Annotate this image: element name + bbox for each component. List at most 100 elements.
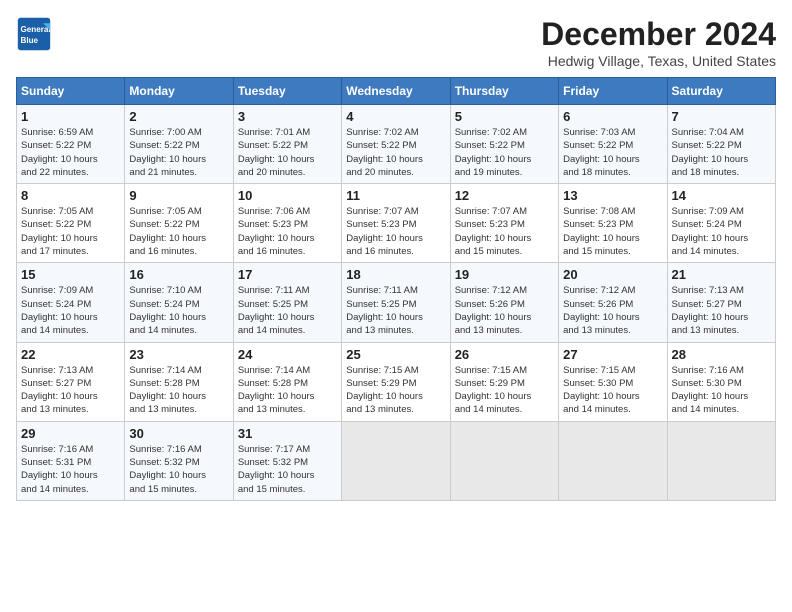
day-number: 24: [238, 347, 337, 362]
calendar-cell: [342, 421, 450, 500]
column-header-sunday: Sunday: [17, 78, 125, 105]
day-info: Sunrise: 7:13 AM Sunset: 5:27 PM Dayligh…: [672, 284, 771, 337]
calendar-cell: 21 Sunrise: 7:13 AM Sunset: 5:27 PM Dayli…: [667, 263, 775, 342]
calendar-cell: 13 Sunrise: 7:08 AM Sunset: 5:23 PM Dayli…: [559, 184, 667, 263]
column-header-friday: Friday: [559, 78, 667, 105]
day-info: Sunrise: 7:14 AM Sunset: 5:28 PM Dayligh…: [129, 364, 228, 417]
header-row: SundayMondayTuesdayWednesdayThursdayFrid…: [17, 78, 776, 105]
column-header-saturday: Saturday: [667, 78, 775, 105]
day-number: 3: [238, 109, 337, 124]
calendar-cell: 11 Sunrise: 7:07 AM Sunset: 5:23 PM Dayli…: [342, 184, 450, 263]
day-info: Sunrise: 7:01 AM Sunset: 5:22 PM Dayligh…: [238, 126, 337, 179]
calendar-cell: 20 Sunrise: 7:12 AM Sunset: 5:26 PM Dayli…: [559, 263, 667, 342]
calendar-cell: 18Sunrise: 7:11 AM Sunset: 5:25 PM Dayli…: [342, 263, 450, 342]
calendar-container: General Blue December 2024 Hedwig Villag…: [0, 0, 792, 509]
day-number: 9: [129, 188, 228, 203]
column-header-monday: Monday: [125, 78, 233, 105]
day-number: 20: [563, 267, 662, 282]
day-info: Sunrise: 7:05 AM Sunset: 5:22 PM Dayligh…: [21, 205, 120, 258]
day-info: Sunrise: 7:06 AM Sunset: 5:23 PM Dayligh…: [238, 205, 337, 258]
day-number: 7: [672, 109, 771, 124]
header: General Blue December 2024 Hedwig Villag…: [16, 16, 776, 69]
week-row-2: 8 Sunrise: 7:05 AM Sunset: 5:22 PM Daylig…: [17, 184, 776, 263]
day-number: 4: [346, 109, 445, 124]
calendar-cell: 4Sunrise: 7:02 AM Sunset: 5:22 PM Daylig…: [342, 105, 450, 184]
day-number: 22: [21, 347, 120, 362]
day-number: 29: [21, 426, 120, 441]
day-number: 13: [563, 188, 662, 203]
week-row-4: 22Sunrise: 7:13 AM Sunset: 5:27 PM Dayli…: [17, 342, 776, 421]
day-number: 10: [238, 188, 337, 203]
day-number: 16: [129, 267, 228, 282]
day-info: Sunrise: 7:15 AM Sunset: 5:29 PM Dayligh…: [455, 364, 554, 417]
day-info: Sunrise: 7:00 AM Sunset: 5:22 PM Dayligh…: [129, 126, 228, 179]
calendar-cell: 9Sunrise: 7:05 AM Sunset: 5:22 PM Daylig…: [125, 184, 233, 263]
day-info: Sunrise: 7:07 AM Sunset: 5:23 PM Dayligh…: [346, 205, 445, 258]
day-number: 27: [563, 347, 662, 362]
calendar-cell: 31 Sunrise: 7:17 AM Sunset: 5:32 PM Dayli…: [233, 421, 341, 500]
column-header-wednesday: Wednesday: [342, 78, 450, 105]
week-row-3: 15 Sunrise: 7:09 AM Sunset: 5:24 PM Dayli…: [17, 263, 776, 342]
calendar-cell: [667, 421, 775, 500]
day-info: Sunrise: 7:15 AM Sunset: 5:29 PM Dayligh…: [346, 364, 445, 417]
day-number: 19: [455, 267, 554, 282]
calendar-cell: [559, 421, 667, 500]
day-number: 23: [129, 347, 228, 362]
day-number: 1: [21, 109, 120, 124]
calendar-cell: 8 Sunrise: 7:05 AM Sunset: 5:22 PM Daylig…: [17, 184, 125, 263]
day-number: 31: [238, 426, 337, 441]
calendar-cell: 1 Sunrise: 6:59 AM Sunset: 5:22 PM Daylig…: [17, 105, 125, 184]
calendar-cell: 30 Sunrise: 7:16 AM Sunset: 5:32 PM Dayli…: [125, 421, 233, 500]
calendar-title: December 2024: [541, 16, 776, 53]
calendar-cell: 27 Sunrise: 7:15 AM Sunset: 5:30 PM Dayli…: [559, 342, 667, 421]
calendar-cell: 26Sunrise: 7:15 AM Sunset: 5:29 PM Dayli…: [450, 342, 558, 421]
logo-icon: General Blue: [16, 16, 52, 52]
calendar-cell: 16Sunrise: 7:10 AM Sunset: 5:24 PM Dayli…: [125, 263, 233, 342]
calendar-cell: 15 Sunrise: 7:09 AM Sunset: 5:24 PM Dayli…: [17, 263, 125, 342]
calendar-cell: 12 Sunrise: 7:07 AM Sunset: 5:23 PM Dayli…: [450, 184, 558, 263]
day-info: Sunrise: 7:11 AM Sunset: 5:25 PM Dayligh…: [346, 284, 445, 337]
day-info: Sunrise: 7:17 AM Sunset: 5:32 PM Dayligh…: [238, 443, 337, 496]
day-info: Sunrise: 7:08 AM Sunset: 5:23 PM Dayligh…: [563, 205, 662, 258]
day-number: 25: [346, 347, 445, 362]
day-info: Sunrise: 7:16 AM Sunset: 5:32 PM Dayligh…: [129, 443, 228, 496]
calendar-table: SundayMondayTuesdayWednesdayThursdayFrid…: [16, 77, 776, 501]
day-info: Sunrise: 7:15 AM Sunset: 5:30 PM Dayligh…: [563, 364, 662, 417]
day-number: 12: [455, 188, 554, 203]
calendar-cell: 10 Sunrise: 7:06 AM Sunset: 5:23 PM Dayli…: [233, 184, 341, 263]
day-info: Sunrise: 7:16 AM Sunset: 5:30 PM Dayligh…: [672, 364, 771, 417]
day-info: Sunrise: 6:59 AM Sunset: 5:22 PM Dayligh…: [21, 126, 120, 179]
day-number: 6: [563, 109, 662, 124]
title-block: December 2024 Hedwig Village, Texas, Uni…: [541, 16, 776, 69]
calendar-cell: 29Sunrise: 7:16 AM Sunset: 5:31 PM Dayli…: [17, 421, 125, 500]
day-info: Sunrise: 7:12 AM Sunset: 5:26 PM Dayligh…: [563, 284, 662, 337]
calendar-cell: 2Sunrise: 7:00 AM Sunset: 5:22 PM Daylig…: [125, 105, 233, 184]
day-number: 21: [672, 267, 771, 282]
calendar-cell: 7Sunrise: 7:04 AM Sunset: 5:22 PM Daylig…: [667, 105, 775, 184]
day-info: Sunrise: 7:09 AM Sunset: 5:24 PM Dayligh…: [21, 284, 120, 337]
day-info: Sunrise: 7:14 AM Sunset: 5:28 PM Dayligh…: [238, 364, 337, 417]
day-number: 8: [21, 188, 120, 203]
day-info: Sunrise: 7:09 AM Sunset: 5:24 PM Dayligh…: [672, 205, 771, 258]
day-info: Sunrise: 7:07 AM Sunset: 5:23 PM Dayligh…: [455, 205, 554, 258]
day-info: Sunrise: 7:02 AM Sunset: 5:22 PM Dayligh…: [455, 126, 554, 179]
calendar-cell: 14 Sunrise: 7:09 AM Sunset: 5:24 PM Dayli…: [667, 184, 775, 263]
column-header-tuesday: Tuesday: [233, 78, 341, 105]
day-info: Sunrise: 7:12 AM Sunset: 5:26 PM Dayligh…: [455, 284, 554, 337]
day-number: 15: [21, 267, 120, 282]
calendar-cell: 24 Sunrise: 7:14 AM Sunset: 5:28 PM Dayli…: [233, 342, 341, 421]
calendar-cell: 5Sunrise: 7:02 AM Sunset: 5:22 PM Daylig…: [450, 105, 558, 184]
logo: General Blue: [16, 16, 52, 52]
calendar-cell: 22Sunrise: 7:13 AM Sunset: 5:27 PM Dayli…: [17, 342, 125, 421]
column-header-thursday: Thursday: [450, 78, 558, 105]
svg-text:General: General: [21, 25, 51, 34]
calendar-cell: 23 Sunrise: 7:14 AM Sunset: 5:28 PM Dayli…: [125, 342, 233, 421]
week-row-1: 1 Sunrise: 6:59 AM Sunset: 5:22 PM Daylig…: [17, 105, 776, 184]
calendar-cell: 6 Sunrise: 7:03 AM Sunset: 5:22 PM Daylig…: [559, 105, 667, 184]
day-number: 30: [129, 426, 228, 441]
day-info: Sunrise: 7:03 AM Sunset: 5:22 PM Dayligh…: [563, 126, 662, 179]
calendar-cell: 17Sunrise: 7:11 AM Sunset: 5:25 PM Dayli…: [233, 263, 341, 342]
calendar-cell: [450, 421, 558, 500]
day-number: 14: [672, 188, 771, 203]
day-number: 11: [346, 188, 445, 203]
